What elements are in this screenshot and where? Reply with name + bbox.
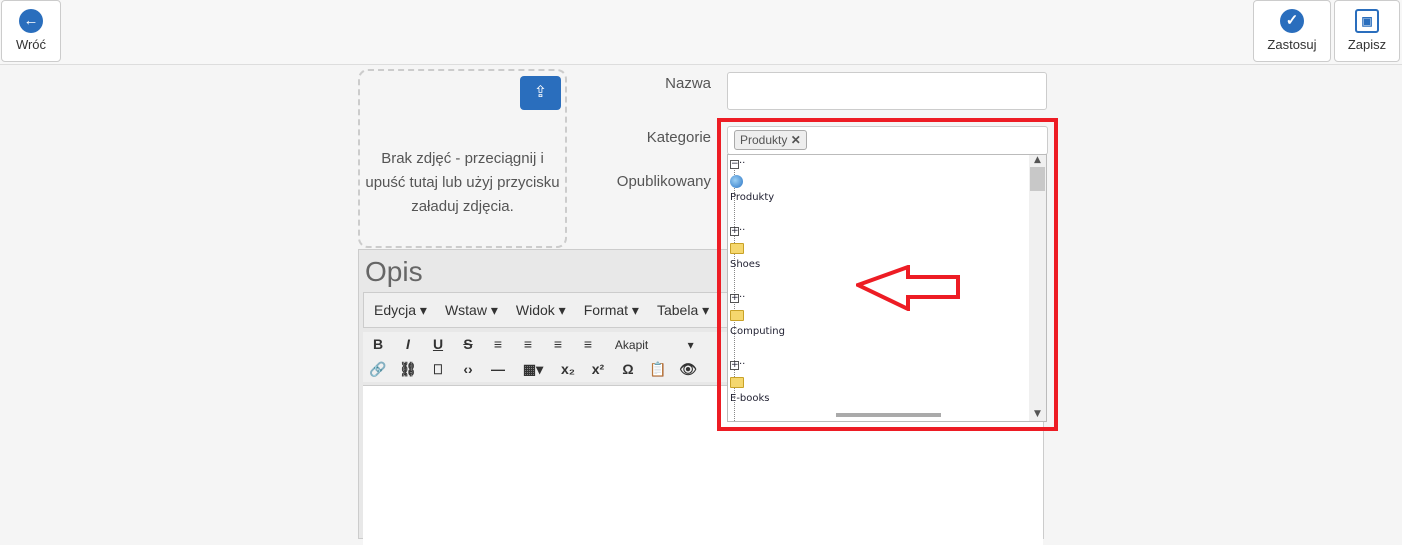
code-icon[interactable]: ‹› — [453, 357, 483, 382]
back-button[interactable]: ← Wróć — [1, 0, 61, 62]
align-center-icon[interactable]: ≡ — [513, 332, 543, 357]
align-right-icon[interactable]: ≡ — [543, 332, 573, 357]
align-left-icon[interactable]: ≡ — [483, 332, 513, 357]
editor-title: Opis — [365, 256, 423, 287]
categories-label: Kategorie — [646, 129, 711, 146]
apply-label: Zastosuj — [1267, 37, 1317, 52]
menu-table[interactable]: Tabela ▾ — [647, 293, 717, 319]
unlink-icon[interactable]: ⛓ — [393, 357, 423, 382]
subscript-icon[interactable]: x₂ — [553, 357, 583, 382]
folder-icon — [730, 377, 744, 388]
tree-label: E-books — [730, 393, 770, 404]
justify-icon[interactable]: ≡ — [573, 332, 603, 357]
vertical-scrollbar[interactable]: ▲ ▼ — [1029, 155, 1046, 421]
link-icon[interactable]: 🔗 — [363, 357, 393, 382]
expand-icon[interactable]: + — [730, 227, 739, 236]
categories-input[interactable]: Produkty ✕ — [727, 126, 1048, 155]
arrow-left-icon: ← — [19, 9, 43, 33]
collapse-icon[interactable]: − — [730, 160, 739, 169]
preview-icon[interactable]: 👁 — [673, 357, 703, 382]
bold-icon[interactable]: B — [363, 332, 393, 357]
format-select[interactable]: Akapit ▾ — [607, 333, 702, 358]
menu-edit[interactable]: Edycja ▾ — [364, 293, 435, 319]
globe-icon — [730, 175, 743, 188]
horizontal-line-icon[interactable]: — — [483, 357, 513, 382]
menu-insert[interactable]: Wstaw ▾ — [435, 293, 506, 319]
tree-label: Computing — [730, 326, 785, 337]
paste-text-icon[interactable]: 📋 — [643, 357, 673, 382]
tree-node-ebooks[interactable]: +·· E-books — [730, 359, 770, 404]
category-tag-label: Produkty — [740, 133, 788, 147]
name-input[interactable] — [727, 72, 1047, 110]
top-toolbar: ← Wróć ✓ Zastosuj ▣ Zapisz — [0, 0, 1402, 65]
horizontal-scrollbar[interactable] — [836, 413, 941, 417]
back-label: Wróć — [15, 37, 47, 52]
folder-icon — [730, 310, 744, 321]
menu-view[interactable]: Widok ▾ — [506, 293, 574, 319]
superscript-icon[interactable]: x² — [583, 357, 613, 382]
italic-icon[interactable]: I — [393, 332, 423, 357]
folder-icon — [730, 243, 744, 254]
published-label: Opublikowany — [616, 173, 711, 190]
strikethrough-icon[interactable]: S — [453, 332, 483, 357]
table-icon[interactable]: ▦▾ — [513, 357, 553, 382]
tree-label: Shoes — [730, 259, 761, 270]
dropzone-text: Brak zdjęć - przeciągnij i upuść tutaj l… — [365, 150, 560, 215]
underline-icon[interactable]: U — [423, 332, 453, 357]
name-label: Nazwa — [665, 75, 711, 92]
scroll-thumb[interactable] — [1030, 167, 1045, 191]
floppy-disk-icon: ▣ — [1355, 9, 1379, 33]
special-char-icon[interactable]: Ω — [613, 357, 643, 382]
upload-button[interactable]: ⇪ — [520, 76, 561, 110]
check-icon: ✓ — [1280, 9, 1304, 33]
expand-icon[interactable]: + — [730, 294, 739, 303]
save-button[interactable]: ▣ Zapisz — [1334, 0, 1400, 62]
image-dropzone[interactable]: ⇪ Brak zdjęć - przeciągnij i upuść tutaj… — [358, 69, 567, 248]
tree-node-shoes[interactable]: +·· Shoes — [730, 225, 760, 270]
tree-label: Produkty — [730, 192, 775, 203]
category-tree: −·· Produkty +·· Shoes +·· Computing +·· E-b… — [727, 154, 1047, 422]
category-tag: Produkty ✕ — [734, 130, 807, 150]
menu-format[interactable]: Format ▾ — [574, 293, 647, 319]
tree-node-computing[interactable]: +·· Computing — [730, 292, 785, 337]
arrow-left-annotation-icon — [856, 265, 960, 311]
remove-tag-icon[interactable]: ✕ — [791, 133, 801, 147]
upload-icon: ⇪ — [533, 84, 548, 101]
bookmark-icon[interactable]: ⎕ — [423, 357, 453, 382]
apply-button[interactable]: ✓ Zastosuj — [1253, 0, 1331, 62]
expand-icon[interactable]: + — [730, 361, 739, 370]
save-label: Zapisz — [1347, 37, 1387, 52]
tree-node-root[interactable]: −·· Produkty — [730, 158, 774, 203]
